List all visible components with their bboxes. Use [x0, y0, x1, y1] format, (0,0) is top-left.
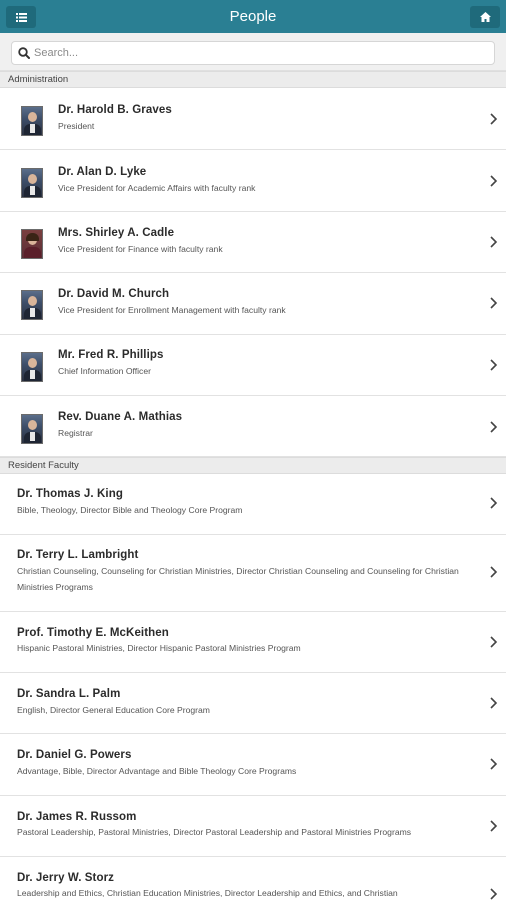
person-name: Dr. Alan D. Lyke: [58, 166, 147, 178]
person-row[interactable]: Prof. Timothy E. McKeithen Hispanic Past…: [0, 612, 506, 673]
top-nav-bar: People: [0, 0, 506, 33]
person-name: Dr. Terry L. Lambright: [17, 549, 139, 561]
chevron-right-icon: [490, 758, 498, 770]
person-title: Pastoral Leadership, Pastoral Ministries…: [17, 827, 412, 837]
person-name: Mrs. Shirley A. Cadle: [58, 227, 175, 239]
avatar: [21, 290, 43, 320]
person-name: Dr. Jerry W. Storz: [17, 872, 115, 884]
chevron-right-icon: [490, 421, 498, 433]
person-name: Dr. Daniel G. Powers: [17, 749, 132, 761]
person-row[interactable]: Mr. Fred R. Phillips Chief Information O…: [0, 335, 506, 396]
home-button[interactable]: [470, 6, 500, 28]
person-row[interactable]: Mrs. Shirley A. Cadle Vice President for…: [0, 212, 506, 273]
person-name: Dr. Harold B. Graves: [58, 104, 172, 116]
chevron-right-icon: [490, 113, 498, 125]
section-header-resident-faculty: Resident Faculty: [0, 457, 506, 474]
chevron-right-icon: [490, 888, 498, 900]
person-title: President: [58, 121, 95, 131]
avatar: [21, 168, 43, 198]
person-title: Hispanic Pastoral Ministries, Director H…: [17, 643, 301, 653]
search-box[interactable]: [11, 41, 495, 65]
person-row[interactable]: Dr. Daniel G. Powers Advantage, Bible, D…: [0, 734, 506, 796]
chevron-right-icon: [490, 697, 498, 709]
person-row[interactable]: Dr. Sandra L. Palm English, Director Gen…: [0, 673, 506, 734]
person-name: Mr. Fred R. Phillips: [58, 349, 164, 361]
person-title: Bible, Theology, Director Bible and Theo…: [17, 505, 243, 515]
list-icon: [15, 12, 27, 22]
chevron-right-icon: [490, 497, 498, 509]
person-row[interactable]: Dr. David M. Church Vice President for E…: [0, 273, 506, 335]
person-title: English, Director General Education Core…: [17, 705, 210, 715]
person-title: Leadership and Ethics, Christian Educati…: [17, 888, 398, 898]
person-row[interactable]: Dr. Thomas J. King Bible, Theology, Dire…: [0, 474, 506, 535]
person-row[interactable]: Dr. Harold B. Graves President: [0, 88, 506, 150]
person-row[interactable]: Dr. Terry L. Lambright Christian Counsel…: [0, 535, 506, 612]
search-input[interactable]: [34, 43, 494, 63]
search-bar: [0, 33, 506, 71]
person-name: Dr. James R. Russom: [17, 811, 137, 823]
avatar: [21, 229, 43, 259]
person-title: Registrar: [58, 428, 93, 438]
chevron-right-icon: [490, 359, 498, 371]
person-title: Advantage, Bible, Director Advantage and…: [17, 766, 297, 776]
person-name: Dr. Thomas J. King: [17, 488, 123, 500]
page-title: People: [229, 8, 277, 25]
search-icon: [18, 47, 30, 59]
person-row[interactable]: Dr. James R. Russom Pastoral Leadership,…: [0, 796, 506, 857]
person-name: Rev. Duane A. Mathias: [58, 411, 183, 423]
person-name: Dr. Sandra L. Palm: [17, 688, 121, 700]
menu-button[interactable]: [6, 6, 36, 28]
person-name: Dr. David M. Church: [58, 288, 170, 300]
person-row[interactable]: Dr. Alan D. Lyke Vice President for Acad…: [0, 150, 506, 212]
person-title: Chief Information Officer: [58, 366, 151, 376]
home-icon: [479, 12, 491, 22]
person-title: Christian Counseling, Counseling for Chr…: [17, 566, 459, 592]
avatar: [21, 352, 43, 382]
chevron-right-icon: [490, 566, 498, 578]
person-title: Vice President for Finance with faculty …: [58, 244, 223, 254]
person-name: Prof. Timothy E. McKeithen: [17, 627, 169, 639]
avatar: [21, 106, 43, 136]
chevron-right-icon: [490, 297, 498, 309]
person-row[interactable]: Dr. Jerry W. Storz Leadership and Ethics…: [0, 857, 506, 900]
chevron-right-icon: [490, 820, 498, 832]
section-header-administration: Administration: [0, 71, 506, 88]
person-row[interactable]: Rev. Duane A. Mathias Registrar: [0, 396, 506, 457]
chevron-right-icon: [490, 636, 498, 648]
chevron-right-icon: [490, 236, 498, 248]
chevron-right-icon: [490, 175, 498, 187]
person-title: Vice President for Academic Affairs with…: [58, 183, 256, 193]
avatar: [21, 414, 43, 444]
person-title: Vice President for Enrollment Management…: [58, 305, 286, 315]
